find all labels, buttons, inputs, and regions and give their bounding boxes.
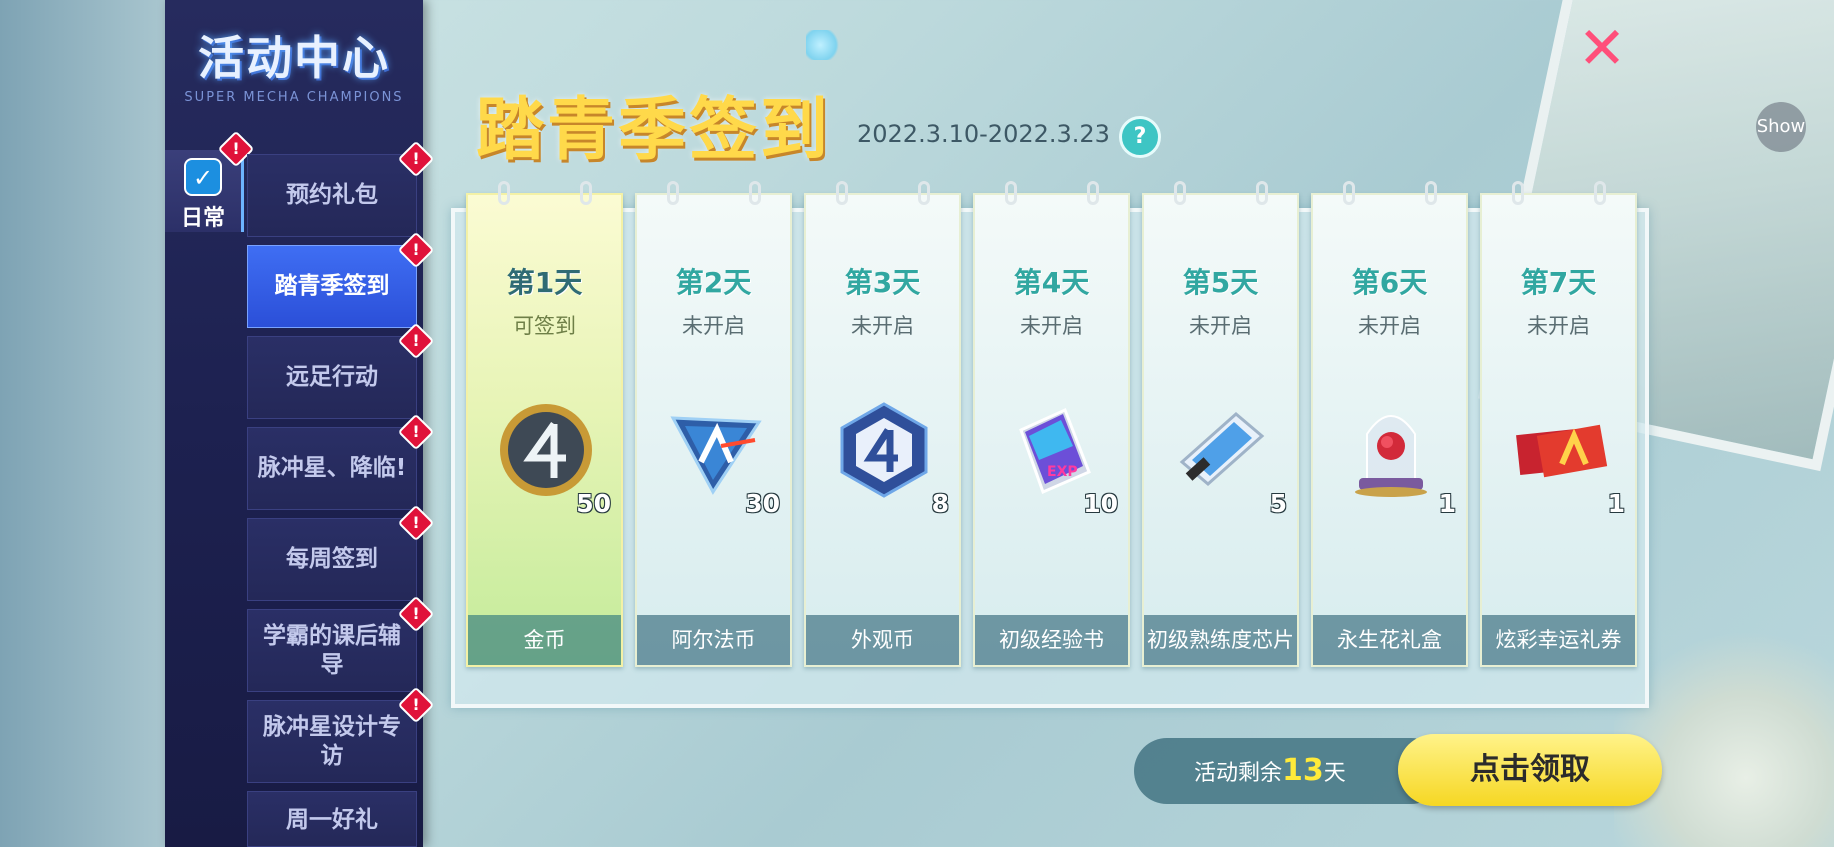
show-button[interactable]: Show: [1756, 102, 1806, 152]
day-status: 可签到: [513, 314, 576, 338]
close-button[interactable]: ✕: [1576, 19, 1628, 77]
exp-book-icon: EXP: [1019, 407, 1091, 495]
day-card-1[interactable]: 第1天 可签到 50 金币: [466, 181, 623, 667]
nav-item-label: 预约礼包: [286, 182, 378, 208]
gold-coin-icon: [500, 404, 592, 496]
card-ring: [836, 181, 848, 205]
card-ring: [749, 181, 761, 205]
reward-quantity: 1: [1607, 489, 1625, 518]
sidebar-title: 活动中心: [198, 31, 390, 85]
day-label: 第6天: [1351, 266, 1428, 299]
reward-quantity: 8: [931, 489, 949, 518]
card-ring: [580, 181, 592, 205]
day-label: 第7天: [1520, 266, 1597, 299]
day-label: 第3天: [844, 266, 921, 299]
sidebar: 活动中心 SUPER MECHA CHAMPIONS ✓ 日常 ! 预约礼包 !…: [165, 0, 435, 847]
background-left: [0, 0, 165, 847]
day-status: 未开启: [1527, 314, 1590, 338]
reward-quantity: 10: [1083, 489, 1118, 518]
reward-quantity: 5: [1269, 489, 1287, 518]
reward-name: 初级熟练度芯片: [1144, 615, 1297, 665]
nav-item-label: 远足行动: [286, 364, 378, 390]
day-card-2[interactable]: 第2天 未开启 30 阿尔法币: [635, 181, 792, 667]
svg-text:EXP: EXP: [1047, 464, 1078, 480]
nav-item-label: 踏青季签到: [274, 273, 390, 299]
reward-name: 永生花礼盒: [1313, 615, 1466, 665]
calendar-check-icon: ✓: [184, 158, 222, 196]
date-range: 2022.3.10-2022.3.23: [857, 120, 1110, 148]
nav-item-label: 脉冲星设计专访: [263, 713, 401, 769]
day-status: 未开启: [1358, 314, 1421, 338]
claim-button[interactable]: 点击领取: [1398, 734, 1662, 806]
nav-item-reservation-gift[interactable]: 预约礼包: [247, 154, 417, 237]
reward-name: 阿尔法币: [637, 615, 790, 665]
remaining-prefix: 活动剩余: [1194, 761, 1283, 786]
day-card-6[interactable]: 第6天 未开启 1 永生花礼盒: [1311, 181, 1468, 667]
day-card-3[interactable]: 第3天 未开启 8 外观币: [804, 181, 961, 667]
nav-item-hiking-action[interactable]: 远足行动: [247, 336, 417, 419]
day-card-5[interactable]: 第5天 未开启 5 初级熟练度芯片: [1142, 181, 1299, 667]
day-card-7[interactable]: 第7天 未开启 1 炫彩幸运礼券: [1480, 181, 1637, 667]
remaining-days-count: 13: [1282, 753, 1324, 788]
appearance-coin-icon: [840, 402, 928, 498]
day-status: 未开启: [851, 314, 914, 338]
reward-name: 炫彩幸运礼券: [1482, 615, 1635, 665]
day-label: 第1天: [506, 266, 583, 299]
nav-item-label: 脉冲星、降临!: [257, 455, 407, 481]
day-status: 未开启: [1020, 314, 1083, 338]
day-card-4[interactable]: 第4天 未开启 EXP 10 初级经验书: [973, 181, 1130, 667]
reward-quantity: 50: [576, 489, 611, 518]
nav-item-pulsar-design-interview[interactable]: 脉冲星设计专访: [247, 700, 417, 783]
lucky-ticket-icon: [1516, 424, 1608, 478]
remaining-suffix: 天: [1323, 761, 1346, 786]
card-ring: [1174, 181, 1186, 205]
help-button[interactable]: ?: [1119, 116, 1161, 158]
card-ring: [1256, 181, 1268, 205]
nav-item-weekly-checkin[interactable]: 每周签到: [247, 518, 417, 601]
nav-item-label: 周一好礼: [286, 807, 378, 833]
reward-quantity: 30: [745, 489, 780, 518]
sidebar-subtitle: SUPER MECHA CHAMPIONS: [184, 90, 404, 105]
card-ring: [1005, 181, 1017, 205]
chip-icon: [1179, 412, 1265, 486]
category-label: 日常: [180, 206, 225, 231]
card-ring: [918, 181, 930, 205]
card-ring: [667, 181, 679, 205]
card-ring: [1594, 181, 1606, 205]
reward-name: 金币: [468, 615, 621, 665]
nav-item-after-school-tutoring[interactable]: 学霸的课后辅导: [247, 609, 417, 692]
day-status: 未开启: [1189, 314, 1252, 338]
rose-box-icon: [1355, 415, 1427, 497]
day-label: 第5天: [1182, 266, 1259, 299]
day-label: 第2天: [675, 266, 752, 299]
card-ring: [1512, 181, 1524, 205]
reward-name: 初级经验书: [975, 615, 1128, 665]
nav-item-label: 学霸的课后辅导: [263, 622, 401, 678]
card-ring: [498, 181, 510, 205]
card-ring: [1425, 181, 1437, 205]
nav-item-spring-checkin[interactable]: 踏青季签到: [247, 245, 417, 328]
nav-item-pulsar-arrival[interactable]: 脉冲星、降临!: [247, 427, 417, 510]
reward-quantity: 1: [1438, 489, 1456, 518]
alpha-coin-icon: [670, 416, 762, 495]
nav-item-label: 每周签到: [286, 546, 378, 572]
day-status: 未开启: [682, 314, 745, 338]
nav-item-monday-gift[interactable]: 周一好礼: [247, 791, 417, 847]
reward-name: 外观币: [806, 615, 959, 665]
butterfly-decoration: [806, 30, 842, 60]
card-ring: [1087, 181, 1099, 205]
page-title: 踏青季签到: [476, 91, 832, 170]
card-ring: [1343, 181, 1355, 205]
day-label: 第4天: [1013, 266, 1090, 299]
